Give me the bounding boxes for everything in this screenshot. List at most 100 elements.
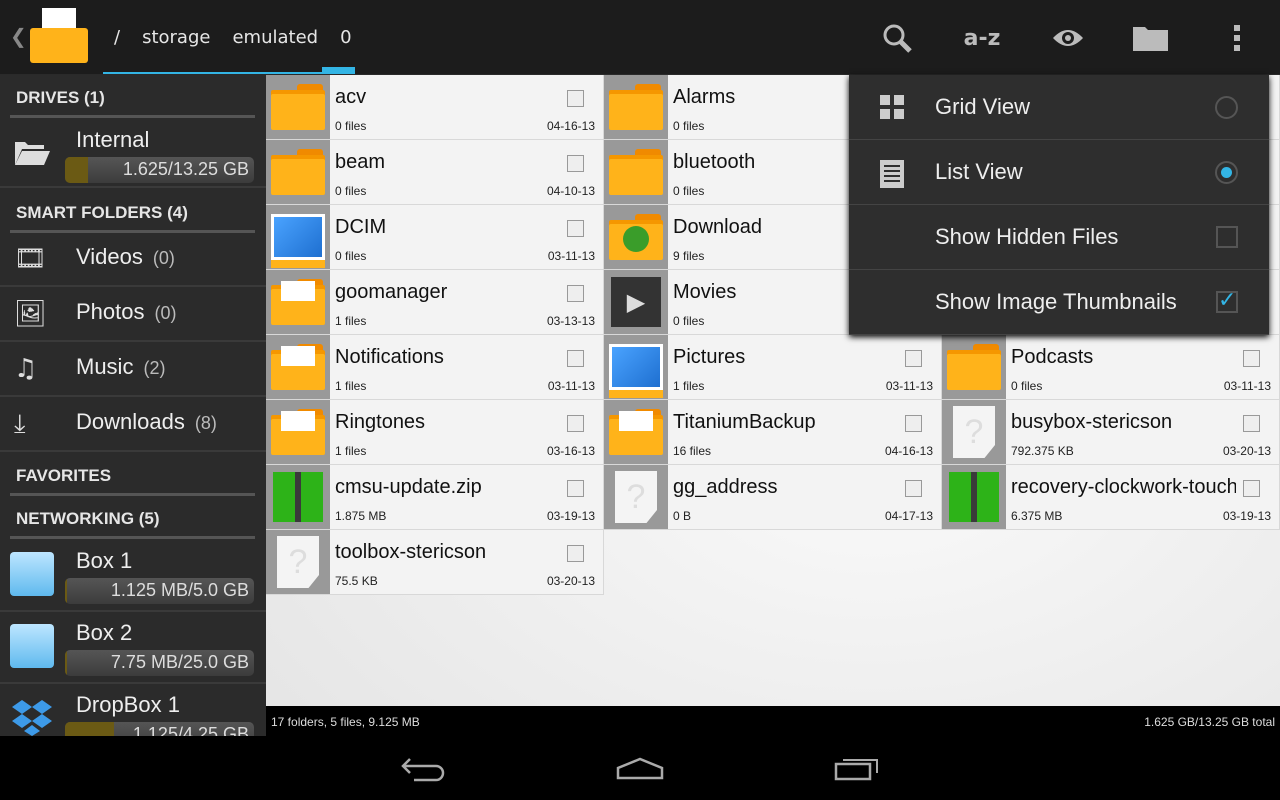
sidebar-item-internal[interactable]: Internal 1.625/13.25 GB	[0, 120, 266, 188]
select-checkbox[interactable]	[567, 155, 584, 172]
select-checkbox[interactable]	[567, 220, 584, 237]
folder-icon	[604, 75, 668, 139]
file-item[interactable]: Podcasts 0 files 03-11-13	[942, 335, 1280, 400]
menu-item-label: List View	[935, 159, 1023, 184]
file-item[interactable]: Notifications 1 files 03-11-13	[266, 335, 604, 400]
select-checkbox[interactable]	[905, 480, 922, 497]
select-checkbox[interactable]	[905, 415, 922, 432]
divider	[10, 493, 255, 496]
overflow-menu-icon[interactable]	[1217, 18, 1257, 58]
select-checkbox[interactable]	[567, 545, 584, 562]
file-item[interactable]: TitaniumBackup 16 files 04-16-13	[604, 400, 942, 465]
breadcrumb-emulated[interactable]: emulated	[232, 27, 318, 48]
select-checkbox[interactable]	[567, 480, 584, 497]
menu-item-grid-view[interactable]: Grid View	[849, 75, 1269, 140]
file-name: Podcasts	[1011, 346, 1094, 368]
file-item[interactable]: goomanager 1 files 03-13-13	[266, 270, 604, 335]
sort-az-icon[interactable]: a-z	[962, 18, 1002, 58]
app-logo-icon[interactable]	[30, 8, 88, 63]
menu-item-show-hidden-files[interactable]: Show Hidden Files	[849, 205, 1269, 270]
file-item[interactable]: ? gg_address 0 B 04-17-13	[604, 465, 942, 530]
sidebar-item-network[interactable]: Box 2 7.75 MB/25.0 GB	[0, 612, 266, 684]
menu-item-label: Show Hidden Files	[935, 224, 1119, 249]
home-icon[interactable]	[615, 756, 665, 786]
select-checkbox[interactable]	[905, 350, 922, 367]
select-checkbox[interactable]	[567, 415, 584, 432]
file-date: 04-16-13	[546, 119, 595, 133]
checkbox[interactable]: ✓	[1216, 290, 1238, 313]
sidebar-item-photos[interactable]: 🖼 Photos (0)	[0, 287, 266, 342]
radio-button[interactable]	[1215, 161, 1238, 184]
select-checkbox[interactable]	[1243, 350, 1260, 367]
list-view-icon	[880, 160, 904, 192]
sidebar-item-label: Music	[76, 354, 134, 379]
file-date: 03-11-13	[547, 379, 595, 393]
sidebar-item-count: (2)	[143, 358, 166, 378]
sidebar-item-downloads[interactable]: ⤓ Downloads (8)	[0, 397, 266, 452]
select-checkbox[interactable]	[567, 285, 584, 302]
file-item[interactable]: ? toolbox-stericson 75.5 KB 03-20-13	[266, 530, 604, 595]
file-name: Pictures	[673, 346, 746, 368]
file-date: 03-20-13	[1222, 444, 1271, 458]
file-item[interactable]: acv 0 files 04-16-13	[266, 75, 604, 140]
storage-usage-text: 1.625/13.25 GB	[122, 159, 249, 179]
breadcrumb-root[interactable]: /	[114, 27, 120, 48]
breadcrumb-storage[interactable]: storage	[142, 27, 210, 48]
select-checkbox[interactable]	[567, 350, 584, 367]
select-checkbox[interactable]	[567, 90, 584, 107]
file-info: 1 files	[335, 444, 367, 458]
file-item[interactable]: recovery-clockwork-touch 6.375 MB 03-19-…	[942, 465, 1280, 530]
file-item[interactable]: DCIM 0 files 03-11-13	[266, 205, 604, 270]
file-item[interactable]: Pictures 1 files 03-11-13	[604, 335, 942, 400]
file-name: Ringtones	[335, 411, 426, 433]
radio-button[interactable]	[1215, 96, 1238, 119]
back-chevron-icon[interactable]: ❮	[10, 24, 27, 48]
sidebar-item-network[interactable]: DropBox 1 1.125/4.25 GB	[0, 684, 266, 736]
file-date: 04-17-13	[884, 509, 933, 523]
file-info: 1 files	[673, 379, 705, 393]
file-date: 03-20-13	[546, 574, 595, 588]
file-item[interactable]: Ringtones 1 files 03-16-13	[266, 400, 604, 465]
file-item[interactable]: ? busybox-stericson 792.375 KB 03-20-13	[942, 400, 1280, 465]
folder-icon[interactable]	[1132, 18, 1172, 58]
zip-archive-icon	[942, 465, 1006, 529]
recent-apps-icon[interactable]	[833, 754, 883, 786]
file-info: 0 files	[673, 119, 705, 133]
file-name: gg_address	[673, 476, 778, 498]
search-icon[interactable]	[877, 18, 917, 58]
favorites-header: FAVORITES	[16, 466, 112, 485]
music-note-icon: ♫	[14, 354, 38, 384]
checkbox[interactable]	[1216, 226, 1238, 248]
menu-item-list-view[interactable]: List View	[849, 140, 1269, 205]
file-info: 16 files	[673, 444, 712, 458]
storage-usage-bar: 1.125/4.25 GB	[65, 722, 254, 736]
sidebar-item-count: (0)	[152, 248, 175, 268]
storage-usage-bar: 1.125 MB/5.0 GB	[65, 578, 254, 604]
select-checkbox[interactable]	[1243, 480, 1260, 497]
sidebar-item-network[interactable]: Box 1 1.125 MB/5.0 GB	[0, 540, 266, 612]
file-name: Notifications	[335, 346, 444, 368]
folder-document-icon	[604, 400, 668, 464]
breadcrumb-0[interactable]: 0	[340, 27, 351, 48]
file-icon: ?	[266, 530, 330, 594]
eye-icon[interactable]	[1048, 18, 1088, 58]
file-item[interactable]: cmsu-update.zip 1.875 MB 03-19-13	[266, 465, 604, 530]
select-checkbox[interactable]	[1243, 415, 1260, 432]
file-name: beam	[335, 151, 386, 173]
sidebar-item-music[interactable]: ♫ Music (2)	[0, 342, 266, 397]
back-icon[interactable]	[400, 756, 448, 786]
film-icon: 🎞	[14, 244, 48, 274]
folder-document-icon	[266, 270, 330, 334]
sidebar-item-videos[interactable]: 🎞 Videos (0)	[0, 232, 266, 287]
file-name: toolbox-stericson	[335, 541, 487, 563]
menu-item-label: Grid View	[935, 94, 1030, 119]
zip-archive-icon	[266, 465, 330, 529]
menu-item-show-image-thumbnails[interactable]: Show Image Thumbnails ✓	[849, 270, 1269, 335]
file-info: 0 files	[1011, 379, 1043, 393]
file-item[interactable]: beam 0 files 04-10-13	[266, 140, 604, 205]
breadcrumb-underline	[103, 72, 355, 74]
sidebar-item-label: Photos	[76, 299, 145, 324]
pictures-folder-icon	[604, 335, 668, 399]
movies-folder-icon: ▶	[604, 270, 668, 334]
file-info: 1 files	[335, 314, 367, 328]
